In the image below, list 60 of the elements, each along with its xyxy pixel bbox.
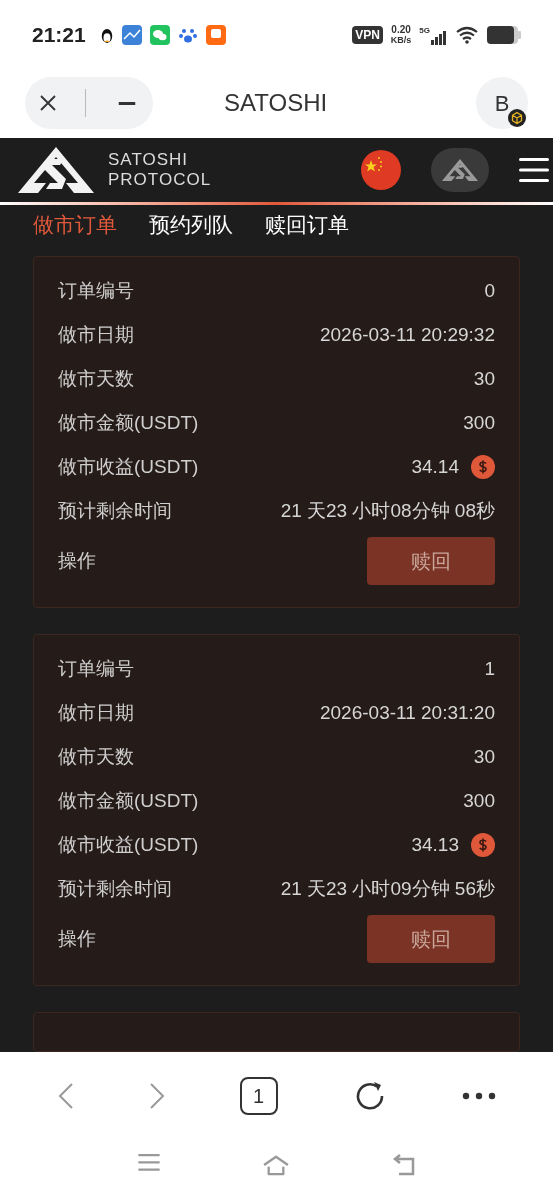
field-label: 做市天数 bbox=[58, 366, 134, 391]
field-value: 30 bbox=[473, 744, 495, 769]
close-icon[interactable] bbox=[39, 95, 56, 111]
dollar-coin-icon bbox=[471, 455, 495, 479]
field-label: 做市收益(USDT) bbox=[58, 454, 199, 479]
field-value: 0 bbox=[484, 278, 495, 303]
field-label: 操作 bbox=[58, 926, 96, 951]
field-label: 预计剩余时间 bbox=[58, 876, 172, 901]
network-type: 5G bbox=[419, 25, 430, 37]
chat-app-icon bbox=[149, 25, 170, 45]
field-value: 21 天23 小时09分钟 56秒 bbox=[280, 876, 495, 901]
forward-icon[interactable] bbox=[148, 1082, 165, 1110]
tab[interactable]: 做市订单 bbox=[33, 208, 117, 240]
menu-icon[interactable] bbox=[519, 158, 549, 183]
more-icon[interactable] bbox=[461, 1092, 496, 1100]
redeem-button[interactable]: 赎回 bbox=[367, 915, 495, 963]
wifi-icon bbox=[455, 26, 479, 44]
battery-icon bbox=[487, 26, 521, 44]
field-label: 做市日期 bbox=[58, 700, 134, 725]
field-value: 1 bbox=[484, 656, 495, 681]
field-value: 34.14 bbox=[411, 454, 459, 479]
logo-icon bbox=[16, 145, 96, 196]
field-label: 做市收益(USDT) bbox=[58, 832, 199, 857]
tab[interactable]: 预约列队 bbox=[149, 208, 233, 240]
dollar-coin-icon bbox=[471, 833, 495, 857]
logo-text: PROTOCOL bbox=[108, 170, 212, 191]
field-label: 做市日期 bbox=[58, 322, 134, 347]
china-flag-icon[interactable] bbox=[361, 150, 401, 191]
logo-text: SATOSHI bbox=[108, 150, 190, 171]
profile-button[interactable]: B bbox=[476, 77, 528, 129]
redeem-button[interactable]: 赎回 bbox=[367, 537, 495, 585]
speed-value: 0.20 bbox=[391, 25, 411, 35]
field-value: 2026-03-11 20:31:20 bbox=[319, 700, 495, 725]
field-label: 订单编号 bbox=[58, 278, 134, 303]
wallet-button[interactable] bbox=[431, 148, 489, 193]
cube-badge-icon bbox=[508, 109, 526, 127]
speed-unit: KB/s bbox=[390, 35, 412, 45]
page-title: SATOSHI bbox=[224, 88, 328, 118]
signal-icon bbox=[431, 31, 447, 45]
field-value: 21 天23 小时08分钟 08秒 bbox=[280, 498, 495, 523]
field-label: 操作 bbox=[58, 548, 96, 573]
field-value: 2026-03-11 20:29:32 bbox=[319, 322, 495, 347]
field-label: 做市金额(USDT) bbox=[58, 788, 199, 813]
shopping-app-icon bbox=[205, 25, 226, 45]
clock: 21:21 bbox=[32, 22, 86, 49]
field-label: 做市天数 bbox=[58, 744, 134, 769]
field-value: 300 bbox=[463, 788, 495, 813]
field-label: 订单编号 bbox=[58, 656, 134, 681]
field-value: 30 bbox=[473, 366, 495, 391]
back-icon[interactable] bbox=[57, 1082, 74, 1110]
field-value: 34.13 bbox=[411, 832, 459, 857]
logo-icon bbox=[441, 158, 479, 183]
tab[interactable]: 赎回订单 bbox=[265, 208, 349, 240]
field-value: 300 bbox=[463, 410, 495, 435]
field-label: 预计剩余时间 bbox=[58, 498, 172, 523]
field-label: 做市金额(USDT) bbox=[58, 410, 199, 435]
chart-app-icon bbox=[121, 25, 142, 45]
vpn-badge: VPN bbox=[352, 26, 383, 44]
tabs-button[interactable]: 1 bbox=[239, 1077, 278, 1115]
penguin-icon bbox=[99, 26, 114, 44]
